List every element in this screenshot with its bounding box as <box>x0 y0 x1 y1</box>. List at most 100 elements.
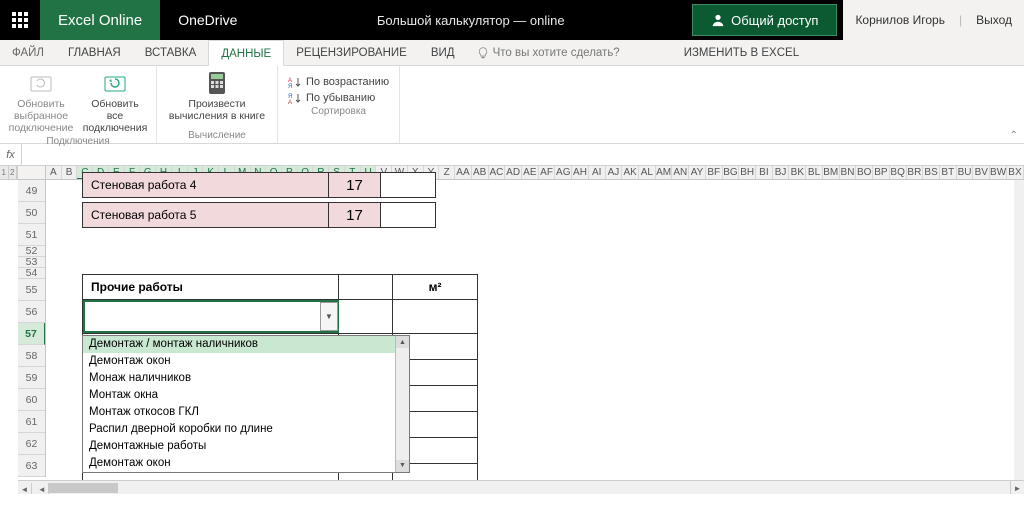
col-header-AY[interactable]: AY <box>689 166 706 179</box>
tab-home[interactable]: ГЛАВНАЯ <box>56 40 133 65</box>
row-header-51[interactable]: 51 <box>18 224 45 246</box>
col-header-BU[interactable]: BU <box>957 166 974 179</box>
row-header-56[interactable]: 56 <box>18 301 45 323</box>
brand-label: Excel Online <box>40 0 160 40</box>
pink-row-1-label: Стеновая работа 4 <box>83 173 329 197</box>
col-header-BH[interactable]: BH <box>739 166 756 179</box>
row-header-55[interactable]: 55 <box>18 279 45 301</box>
table-row-active[interactable]: ▼ <box>82 300 478 334</box>
dropdown-option[interactable]: Демонтаж окон <box>83 455 409 472</box>
tab-review[interactable]: РЕЦЕНЗИРОВАНИЕ <box>284 40 419 65</box>
col-header-BS[interactable]: BS <box>923 166 940 179</box>
svg-text:Я: Я <box>288 84 292 88</box>
scroll-thumb[interactable] <box>48 483 118 493</box>
col-header-AN[interactable]: AN <box>672 166 689 179</box>
col-header-AD[interactable]: AD <box>505 166 522 179</box>
active-dropdown-cell[interactable]: ▼ <box>83 300 339 333</box>
col-header-BP[interactable]: BP <box>873 166 890 179</box>
col-header-BR[interactable]: BR <box>907 166 924 179</box>
person-icon <box>711 13 725 27</box>
dropdown-option[interactable]: Демонтаж / монтаж наличников <box>83 336 409 353</box>
row-header-49[interactable]: 49 <box>18 180 45 202</box>
tab-insert[interactable]: ВСТАВКА <box>133 40 209 65</box>
col-header-AJ[interactable]: AJ <box>606 166 623 179</box>
tab-file[interactable]: ФАЙЛ <box>0 40 56 65</box>
onedrive-link[interactable]: OneDrive <box>160 0 255 40</box>
col-header-AF[interactable]: AF <box>539 166 556 179</box>
dropdown-scrollbar[interactable]: ▲ ▼ <box>395 336 409 472</box>
col-header-BM[interactable]: BM <box>823 166 840 179</box>
collapse-ribbon-icon[interactable]: ⌃ <box>1010 130 1018 141</box>
row-header-63[interactable]: 63 <box>18 455 45 477</box>
row-header-59[interactable]: 59 <box>18 367 45 389</box>
col-header-A[interactable]: A <box>46 166 62 179</box>
col-header-BX[interactable]: BX <box>1007 166 1024 179</box>
sort-asc-button[interactable]: АЯ По возрастанию <box>288 76 389 88</box>
select-all-corner[interactable] <box>18 166 46 180</box>
dropdown-option[interactable]: Демонтажные работы <box>83 438 409 455</box>
col-header-BI[interactable]: BI <box>756 166 773 179</box>
tab-data[interactable]: ДАННЫЕ <box>208 40 284 66</box>
exit-link[interactable]: Выход <box>976 13 1012 27</box>
share-button[interactable]: Общий доступ <box>692 4 837 36</box>
app-launcher[interactable] <box>0 0 40 40</box>
sort-desc-button[interactable]: ЯА По убыванию <box>288 92 389 104</box>
col-header-AI[interactable]: AI <box>589 166 606 179</box>
edit-in-excel[interactable]: ИЗМЕНИТЬ В EXCEL <box>670 40 813 65</box>
col-header-BG[interactable]: BG <box>723 166 740 179</box>
refresh-all-button[interactable]: Обновить все подключения <box>84 70 146 134</box>
row-headers[interactable]: 495051525354555657585960616263 <box>18 180 46 477</box>
scroll-down-icon[interactable]: ▼ <box>396 460 409 472</box>
dropdown-option[interactable]: Монтаж откосов ГКЛ <box>83 404 409 421</box>
tab-view[interactable]: ВИД <box>419 40 467 65</box>
dropdown-list[interactable]: Демонтаж / монтаж наличниковДемонтаж око… <box>82 335 410 473</box>
col-header-BF[interactable]: BF <box>706 166 723 179</box>
pink-row-2[interactable]: Стеновая работа 5 17 <box>82 202 436 228</box>
col-header-BT[interactable]: BT <box>940 166 957 179</box>
split-column-header[interactable]: 12 <box>0 166 18 180</box>
col-header-AM[interactable]: AM <box>656 166 673 179</box>
horizontal-scrollbar[interactable]: ◄ ◄ ► <box>18 480 1024 494</box>
cell-grid[interactable]: Стеновая работа 4 17 Стеновая работа 5 1… <box>46 180 1014 484</box>
col-header-BK[interactable]: BK <box>789 166 806 179</box>
col-header-AG[interactable]: AG <box>555 166 572 179</box>
col-header-AH[interactable]: AH <box>572 166 589 179</box>
row-header-62[interactable]: 62 <box>18 433 45 455</box>
col-header-AB[interactable]: AB <box>472 166 489 179</box>
col-header-BQ[interactable]: BQ <box>890 166 907 179</box>
tell-me-search[interactable]: Что вы хотите сделать? <box>467 40 630 65</box>
col-header-AK[interactable]: AK <box>622 166 639 179</box>
dropdown-option[interactable]: Демонтаж окон <box>83 353 409 370</box>
pink-row-1[interactable]: Стеновая работа 4 17 <box>82 172 436 198</box>
col-header-AA[interactable]: AA <box>455 166 472 179</box>
col-header-AL[interactable]: AL <box>639 166 656 179</box>
row-header-61[interactable]: 61 <box>18 411 45 433</box>
share-label: Общий доступ <box>731 13 818 28</box>
user-name[interactable]: Корнилов Игорь <box>855 13 945 27</box>
col-header-BL[interactable]: BL <box>806 166 823 179</box>
col-header-B[interactable]: B <box>62 166 78 179</box>
col-header-AC[interactable]: AC <box>489 166 506 179</box>
dropdown-option[interactable]: Монаж наличников <box>83 370 409 387</box>
scroll-left-icon[interactable]: ◄ <box>18 483 32 495</box>
scroll-right-icon[interactable]: ► <box>1010 481 1024 494</box>
dropdown-toggle[interactable]: ▼ <box>320 302 338 331</box>
col-header-BW[interactable]: BW <box>990 166 1007 179</box>
row-header-50[interactable]: 50 <box>18 202 45 224</box>
calculate-button[interactable]: Произвести вычисления в книге <box>167 70 267 122</box>
col-header-Z[interactable]: Z <box>439 166 455 179</box>
scroll-up-icon[interactable]: ▲ <box>396 336 409 348</box>
dropdown-option[interactable]: Распил дверной коробки по длине <box>83 421 409 438</box>
formula-input[interactable] <box>22 148 1024 162</box>
col-header-BN[interactable]: BN <box>840 166 857 179</box>
col-header-BJ[interactable]: BJ <box>773 166 790 179</box>
vertical-scrollbar[interactable] <box>1014 180 1024 480</box>
row-header-58[interactable]: 58 <box>18 345 45 367</box>
dropdown-option[interactable]: Монтаж окна <box>83 387 409 404</box>
col-header-AE[interactable]: AE <box>522 166 539 179</box>
row-header-60[interactable]: 60 <box>18 389 45 411</box>
col-header-BO[interactable]: BO <box>856 166 873 179</box>
col-header-BV[interactable]: BV <box>973 166 990 179</box>
row-header-54[interactable]: 54 <box>18 268 45 279</box>
row-header-57[interactable]: 57 <box>18 323 45 345</box>
